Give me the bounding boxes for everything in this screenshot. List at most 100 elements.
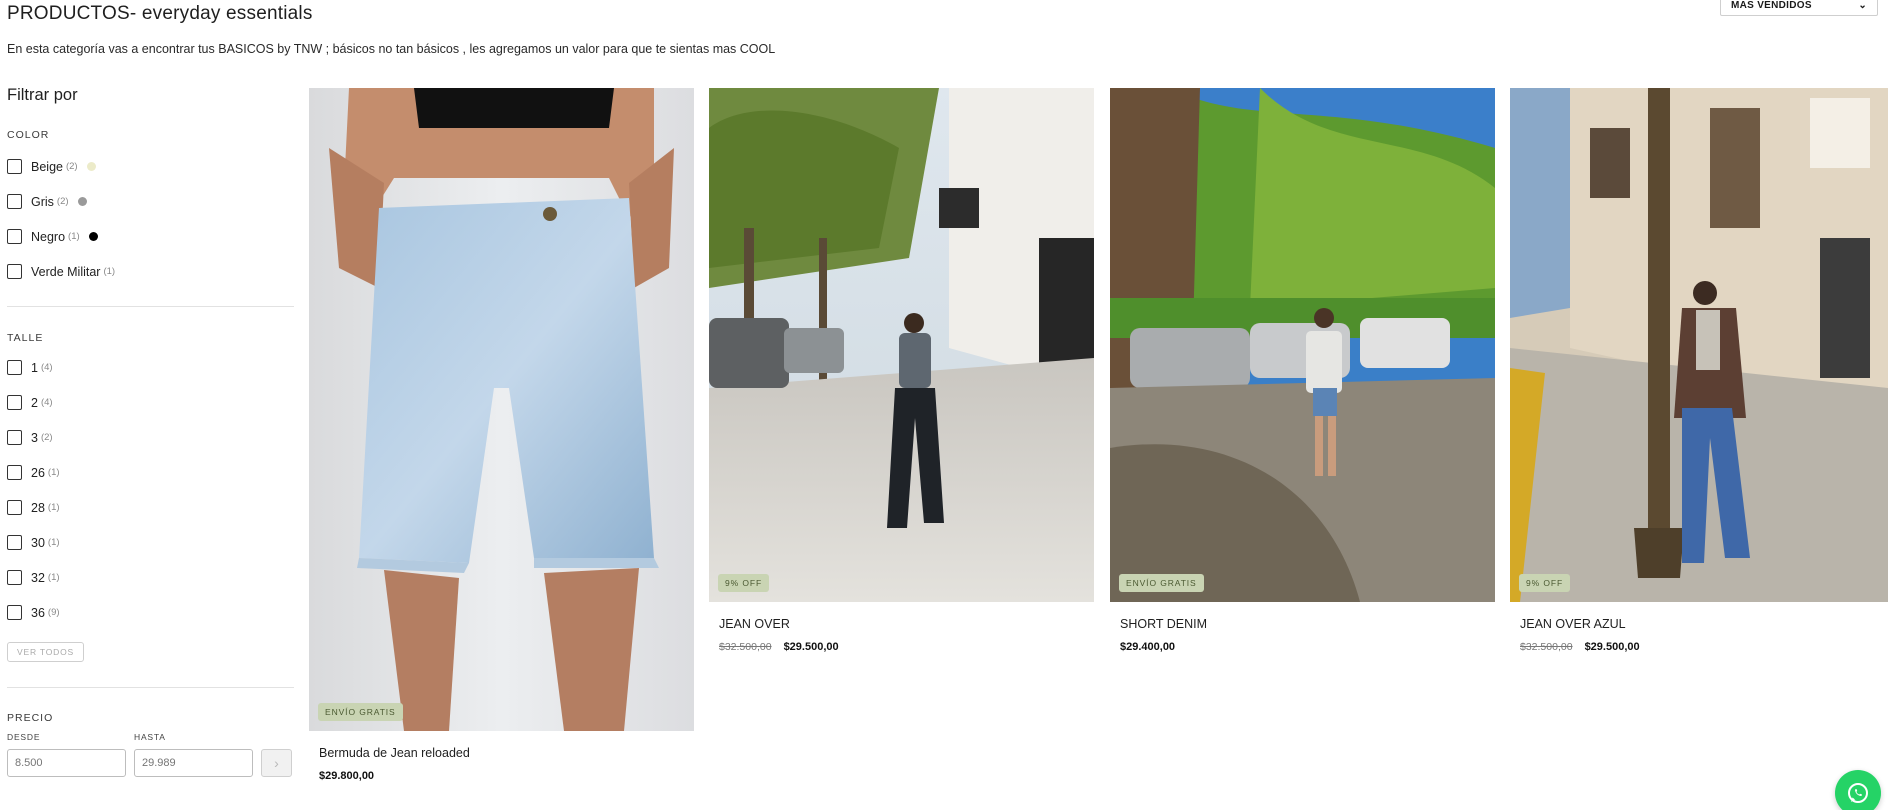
page-title: PRODUCTOS- everyday essentials [7, 3, 313, 24]
size-option-2[interactable]: 2 (4) [7, 385, 295, 420]
checkbox[interactable] [7, 360, 22, 375]
divider [7, 306, 294, 307]
color-swatch [77, 197, 87, 206]
size-option-36[interactable]: 36 (9) [7, 595, 295, 630]
product-name[interactable]: SHORT DENIM [1120, 617, 1495, 631]
option-label: Beige [31, 159, 63, 174]
whatsapp-button[interactable] [1835, 770, 1881, 810]
checkbox[interactable] [7, 535, 22, 550]
checkbox[interactable] [7, 159, 22, 174]
option-count: (1) [68, 231, 80, 242]
option-count: (1) [47, 467, 60, 478]
size-option-32[interactable]: 32 (1) [7, 560, 295, 595]
checkbox[interactable] [7, 605, 22, 620]
original-price: $32.500,00 [719, 641, 772, 653]
checkbox[interactable] [7, 395, 22, 410]
size-option-1[interactable]: 1 (4) [7, 350, 295, 385]
price-to-label: HASTA [134, 732, 166, 742]
option-label: Negro [31, 229, 66, 244]
option-count: (9) [47, 607, 60, 618]
product-card[interactable]: ENVÍO GRATIS Bermuda de Jean reloaded $2… [309, 88, 694, 782]
option-label: 30 [31, 535, 45, 550]
product-photo-jean-over-azul [1510, 88, 1888, 602]
size-option-3[interactable]: 3 (2) [7, 420, 295, 455]
apply-price-button[interactable]: › [261, 749, 292, 777]
product-photo-jean-over [709, 88, 1094, 602]
size-section-label: TALLE [7, 332, 44, 344]
product-price: $29.800,00 [319, 770, 694, 782]
chevron-down-icon: ⌄ [1858, 0, 1867, 11]
color-option-gris[interactable]: Gris (2) [7, 184, 295, 219]
filter-sidebar: Filtrar por COLOR Beige (2) Gris (2) Negro… [7, 86, 295, 777]
checkbox[interactable] [7, 229, 22, 244]
product-badge: 9% OFF [1519, 574, 1571, 592]
product-badge: 9% OFF [718, 574, 770, 592]
option-label: 1 [31, 360, 38, 375]
color-swatch [88, 232, 98, 241]
product-photo-short-denim [1110, 88, 1495, 602]
option-count: (2) [40, 432, 53, 443]
checkbox[interactable] [7, 430, 22, 445]
original-price: $32.500,00 [1520, 641, 1573, 653]
option-count: (4) [40, 397, 53, 408]
option-count: (2) [56, 196, 69, 207]
checkbox[interactable] [7, 194, 22, 209]
whatsapp-icon [1848, 783, 1868, 803]
checkbox[interactable] [7, 570, 22, 585]
price-range: DESDE HASTA › [7, 732, 295, 777]
sort-select[interactable]: MAS VENDIDOS ⌄ [1720, 0, 1878, 16]
chevron-right-icon: › [274, 755, 279, 771]
product-badge: ENVÍO GRATIS [318, 703, 403, 721]
product-name[interactable]: JEAN OVER AZUL [1520, 617, 1888, 631]
option-label: 28 [31, 500, 45, 515]
product-name[interactable]: JEAN OVER [719, 617, 1094, 631]
product-image[interactable]: 9% OFF [1510, 88, 1888, 602]
checkbox[interactable] [7, 500, 22, 515]
option-label: 26 [31, 465, 45, 480]
option-count: (1) [47, 502, 60, 513]
size-option-30[interactable]: 30 (1) [7, 525, 295, 560]
color-option-verde-militar[interactable]: Verde Militar (1) [7, 254, 295, 289]
checkbox[interactable] [7, 465, 22, 480]
option-count: (1) [47, 537, 60, 548]
color-options: Beige (2) Gris (2) Negro (1) Verde Militar(… [7, 149, 295, 289]
checkbox[interactable] [7, 264, 22, 279]
product-photo-denim-shorts [309, 88, 694, 731]
price-from-input[interactable] [7, 749, 126, 777]
option-label: Verde Militar [31, 264, 101, 279]
size-options: 1 (4) 2 (4) 3 (2) 26 (1) 28 (1) 30 (1) 32 (1) 3… [7, 350, 295, 630]
color-option-negro[interactable]: Negro (1) [7, 219, 295, 254]
current-price: $29.400,00 [1120, 641, 1176, 653]
option-count: (4) [40, 362, 53, 373]
product-image[interactable]: ENVÍO GRATIS [1110, 88, 1495, 602]
current-price: $29.500,00 [783, 641, 839, 653]
option-label: 32 [31, 570, 45, 585]
price-to-input[interactable] [134, 749, 253, 777]
page-description: En esta categoría vas a encontrar tus BA… [7, 42, 776, 56]
current-price: $29.500,00 [1584, 641, 1640, 653]
option-label: 2 [31, 395, 38, 410]
filter-title: Filtrar por [7, 86, 78, 104]
product-price: $32.500,00 $29.500,00 [1520, 641, 1888, 653]
product-image[interactable]: ENVÍO GRATIS [309, 88, 694, 731]
price-section-label: PRECIO [7, 712, 54, 724]
option-label: 36 [31, 605, 45, 620]
color-section-label: COLOR [7, 129, 50, 141]
size-option-26[interactable]: 26 (1) [7, 455, 295, 490]
product-name[interactable]: Bermuda de Jean reloaded [319, 746, 694, 760]
product-image[interactable]: 9% OFF [709, 88, 1094, 602]
size-option-28[interactable]: 28 (1) [7, 490, 295, 525]
product-card[interactable]: 9% OFF JEAN OVER $32.500,00 $29.500,00 [709, 88, 1094, 653]
divider [7, 687, 294, 688]
sort-select-label: MAS VENDIDOS [1731, 0, 1812, 11]
product-card[interactable]: ENVÍO GRATIS SHORT DENIM $29.400,00 [1110, 88, 1495, 653]
product-price: $29.400,00 [1120, 641, 1495, 653]
option-count: (1) [103, 266, 116, 277]
product-card[interactable]: 9% OFF JEAN OVER AZUL $32.500,00 $29.500… [1510, 88, 1888, 653]
option-label: 3 [31, 430, 38, 445]
current-price: $29.800,00 [319, 770, 375, 782]
color-option-beige[interactable]: Beige (2) [7, 149, 295, 184]
see-all-sizes-button[interactable]: VER TODOS [7, 642, 84, 662]
price-from-label: DESDE [7, 732, 41, 742]
product-price: $32.500,00 $29.500,00 [719, 641, 1094, 653]
